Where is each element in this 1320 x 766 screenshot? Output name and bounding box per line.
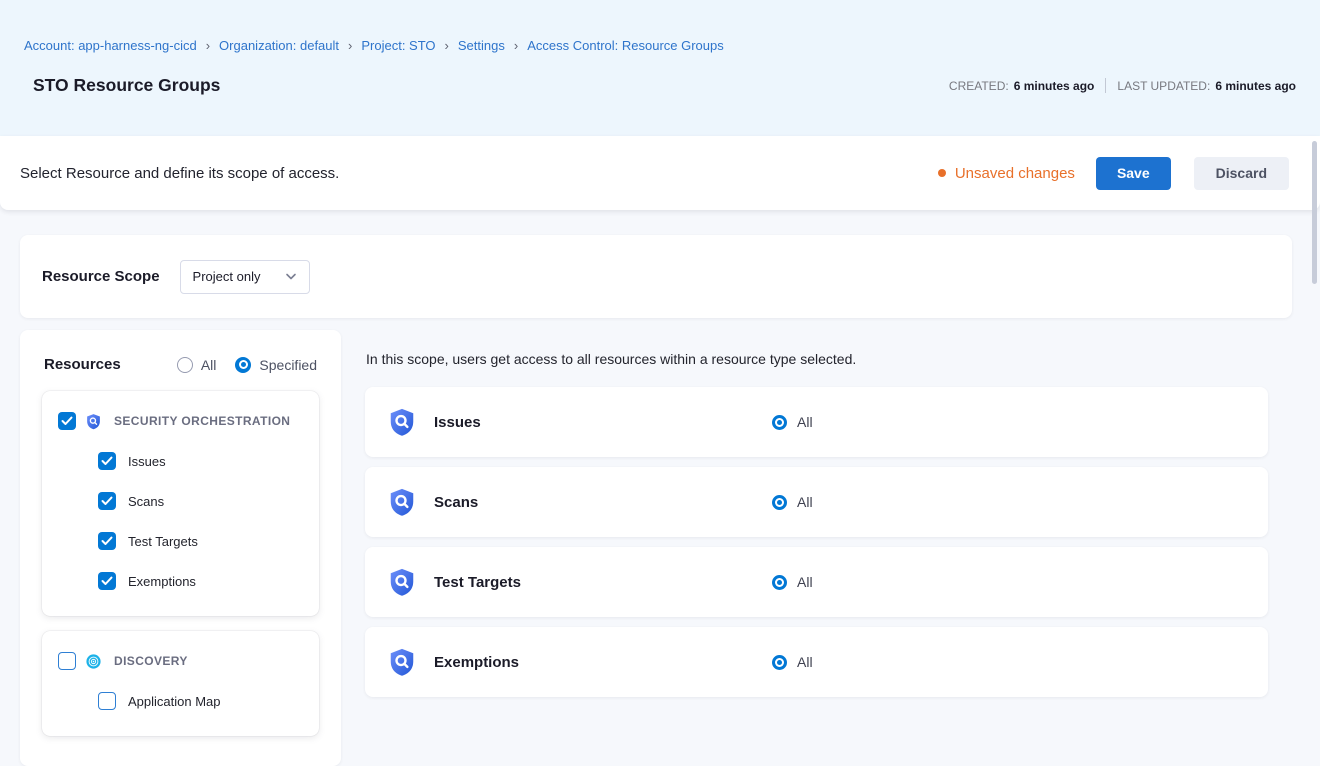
radio-specified-label: Specified <box>259 357 317 373</box>
breadcrumb-settings[interactable]: Settings <box>458 38 505 53</box>
radio-specified[interactable]: Specified <box>235 357 317 373</box>
checkbox-discovery[interactable] <box>58 652 76 670</box>
checkbox-issues[interactable] <box>98 452 116 470</box>
tree-item-label: Test Targets <box>128 534 198 549</box>
resources-title: Resources <box>44 356 121 373</box>
check-icon <box>101 496 113 506</box>
discard-button[interactable]: Discard <box>1194 157 1289 190</box>
check-icon <box>101 576 113 586</box>
radio-selected-icon[interactable] <box>772 655 787 670</box>
checkbox-test-targets[interactable] <box>98 532 116 550</box>
unsaved-dot-icon <box>938 169 946 177</box>
access-all-label: All <box>797 414 813 430</box>
radio-unselected-icon[interactable] <box>177 357 193 373</box>
chevron-right-icon: › <box>348 38 352 53</box>
timestamps: CREATED: 6 minutes ago LAST UPDATED: 6 m… <box>949 78 1296 93</box>
chevron-right-icon: › <box>445 38 449 53</box>
tree-item-test-targets: Test Targets <box>98 532 303 550</box>
last-updated-label: LAST UPDATED: <box>1117 79 1210 93</box>
breadcrumb-project[interactable]: Project: STO <box>361 38 435 53</box>
resource-row-label: Issues <box>434 414 481 431</box>
check-icon <box>101 456 113 466</box>
created-value: 6 minutes ago <box>1014 79 1095 93</box>
access-radio-all[interactable]: All <box>772 414 813 430</box>
group-label: SECURITY ORCHESTRATION <box>114 414 290 428</box>
breadcrumb: Account: app-harness-ng-cicd › Organizat… <box>24 38 1296 53</box>
access-radio-all[interactable]: All <box>772 574 813 590</box>
last-updated-value: 6 minutes ago <box>1215 79 1296 93</box>
resources-panel: Resources All Specified <box>20 330 341 766</box>
resource-row-exemptions: Exemptions All <box>365 627 1268 697</box>
resource-scope-value: Project only <box>193 269 261 284</box>
resource-scope-dropdown[interactable]: Project only <box>180 260 310 294</box>
tree-item-label: Exemptions <box>128 574 196 589</box>
tree-item-exemptions: Exemptions <box>98 572 303 590</box>
access-radio-all[interactable]: All <box>772 654 813 670</box>
radio-all[interactable]: All <box>177 357 217 373</box>
access-all-label: All <box>797 574 813 590</box>
unsaved-changes-label: Unsaved changes <box>955 165 1075 182</box>
radio-selected-icon[interactable] <box>772 575 787 590</box>
divider <box>1105 78 1106 93</box>
resource-access-section: In this scope, users get access to all r… <box>365 330 1268 707</box>
tree-item-label: Scans <box>128 494 164 509</box>
content-area: Resource Scope Project only Resources Al… <box>0 210 1320 766</box>
scope-description: In this scope, users get access to all r… <box>366 351 1268 367</box>
radio-selected-icon[interactable] <box>235 357 251 373</box>
toolbar-description: Select Resource and define its scope of … <box>20 165 339 182</box>
resource-row-label: Exemptions <box>434 654 519 671</box>
resource-row-label: Scans <box>434 494 478 511</box>
chevron-right-icon: › <box>206 38 210 53</box>
resource-group-discovery: DISCOVERY Application Map <box>42 631 319 736</box>
access-all-label: All <box>797 654 813 670</box>
resource-group-security-orchestration: SECURITY ORCHESTRATION Issues Scans <box>42 391 319 616</box>
vertical-scrollbar[interactable] <box>1312 141 1317 284</box>
access-radio-all[interactable]: All <box>772 494 813 510</box>
chevron-down-icon <box>285 273 297 281</box>
sto-shield-icon <box>387 407 417 437</box>
resources-mode-radio-group: All Specified <box>177 357 317 373</box>
toolbar: Select Resource and define its scope of … <box>0 136 1320 210</box>
tree-item-issues: Issues <box>98 452 303 470</box>
breadcrumb-access-control[interactable]: Access Control: Resource Groups <box>527 38 724 53</box>
tree-item-label: Issues <box>128 454 166 469</box>
resource-scope-card: Resource Scope Project only <box>20 235 1292 318</box>
check-icon <box>101 536 113 546</box>
sto-shield-icon <box>85 413 102 430</box>
checkbox-application-map[interactable] <box>98 692 116 710</box>
tree-item-label: Application Map <box>128 694 221 709</box>
discovery-icon <box>85 653 102 670</box>
page-title: STO Resource Groups <box>33 75 220 96</box>
access-all-label: All <box>797 494 813 510</box>
resource-row-label: Test Targets <box>434 574 521 591</box>
tree-item-application-map: Application Map <box>98 692 303 710</box>
sto-shield-icon <box>387 487 417 517</box>
chevron-right-icon: › <box>514 38 518 53</box>
breadcrumb-organization[interactable]: Organization: default <box>219 38 339 53</box>
resource-scope-label: Resource Scope <box>42 268 160 285</box>
sto-shield-icon <box>387 647 417 677</box>
page-header: Account: app-harness-ng-cicd › Organizat… <box>0 0 1320 136</box>
check-icon <box>61 416 73 426</box>
resource-row-issues: Issues All <box>365 387 1268 457</box>
tree-item-scans: Scans <box>98 492 303 510</box>
resource-row-test-targets: Test Targets All <box>365 547 1268 617</box>
breadcrumb-account[interactable]: Account: app-harness-ng-cicd <box>24 38 197 53</box>
radio-selected-icon[interactable] <box>772 415 787 430</box>
checkbox-exemptions[interactable] <box>98 572 116 590</box>
radio-all-label: All <box>201 357 217 373</box>
created-label: CREATED: <box>949 79 1009 93</box>
group-label: DISCOVERY <box>114 654 188 668</box>
radio-selected-icon[interactable] <box>772 495 787 510</box>
save-button[interactable]: Save <box>1096 157 1171 190</box>
sto-shield-icon <box>387 567 417 597</box>
resource-row-scans: Scans All <box>365 467 1268 537</box>
checkbox-scans[interactable] <box>98 492 116 510</box>
checkbox-security-orchestration[interactable] <box>58 412 76 430</box>
